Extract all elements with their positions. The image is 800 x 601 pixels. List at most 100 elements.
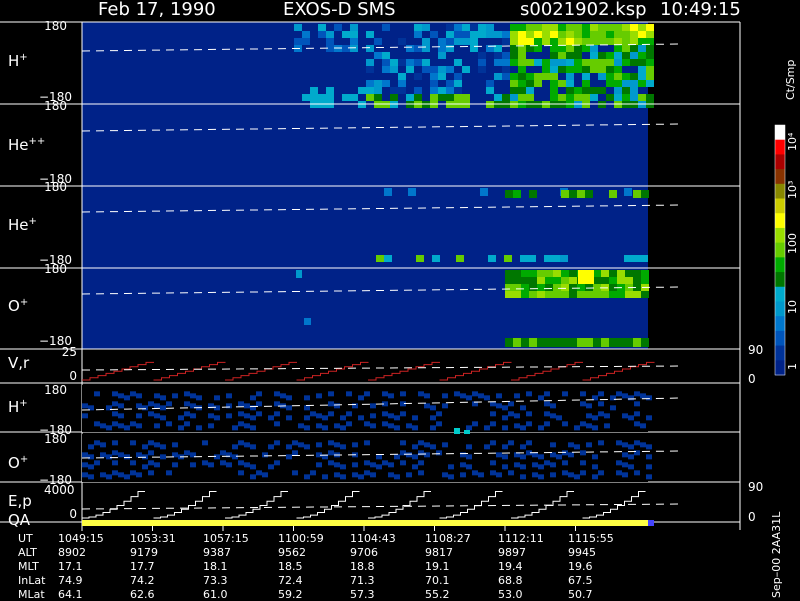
- spectrogram-cell: [569, 338, 577, 347]
- small-panel-cell: [322, 474, 328, 480]
- spectrogram-cell: [537, 270, 545, 277]
- small-panel-cell: [634, 391, 640, 397]
- spectrogram-cell: [550, 87, 558, 94]
- small-panel-cell: [646, 444, 652, 450]
- small-panel-cell: [598, 440, 604, 446]
- ep-series-line: [225, 491, 288, 519]
- spectrogram-cell: [630, 59, 638, 66]
- small-panel-cell: [172, 393, 178, 399]
- small-panel-cell: [148, 401, 154, 407]
- panel1-ymax: 180: [44, 19, 67, 33]
- spectrogram-cell: [566, 73, 574, 80]
- spectrogram-cell: [574, 52, 582, 59]
- small-panel-cell: [238, 460, 244, 466]
- spectrogram-cell: [558, 59, 566, 66]
- small-panel-cell: [256, 470, 262, 476]
- small-panel-cell: [568, 472, 574, 478]
- spectrogram-cell: [505, 291, 513, 298]
- spectrogram-cell: [350, 31, 358, 38]
- spectrogram-cell: [422, 59, 430, 66]
- vr-dashed-line: [81, 365, 681, 371]
- small-panel-cell: [544, 401, 550, 407]
- spectrogram-cell: [550, 38, 558, 45]
- spectrogram-cell: [566, 31, 574, 38]
- spectrogram-cell: [550, 73, 558, 80]
- spectrogram-cell: [585, 338, 593, 347]
- spectrogram-cell: [494, 31, 502, 38]
- spectrogram-cell: [561, 277, 569, 284]
- spectrogram-cell: [462, 38, 470, 45]
- spectrogram-cell: [582, 73, 590, 80]
- small-panel-cell: [472, 421, 478, 427]
- small-panel-cell: [418, 391, 424, 397]
- small-panel-cell: [112, 421, 118, 427]
- colorbar-segment: [775, 213, 785, 229]
- small-panel-cell: [346, 391, 352, 397]
- small-panel-cell: [130, 391, 136, 397]
- small-panel-cell: [550, 452, 556, 458]
- small-panel-cell: [316, 442, 322, 448]
- small-panel-cell: [352, 472, 358, 478]
- spectrogram-cell: [542, 31, 550, 38]
- spectrogram-cell: [526, 31, 534, 38]
- small-panel-cell: [490, 470, 496, 476]
- small-panel-cell: [622, 472, 628, 478]
- panel4-ymax: 180: [44, 262, 67, 276]
- small-panel-cell: [100, 452, 106, 458]
- small-panel-cell: [268, 444, 274, 450]
- small-panel-cell: [166, 470, 172, 476]
- spectrogram-cell: [617, 338, 625, 347]
- spectrogram-cell: [398, 38, 406, 45]
- spectrogram-cell: [606, 31, 614, 38]
- small-panel-cell: [400, 391, 406, 397]
- small-panel-cell: [142, 405, 148, 411]
- spectrogram-cell: [454, 73, 462, 80]
- small-panel-cell: [424, 452, 430, 458]
- small-panel-cell: [448, 464, 454, 470]
- small-panel-cell: [454, 391, 460, 397]
- spectrogram-cell: [545, 338, 553, 347]
- small-panel-cell: [388, 472, 394, 478]
- spectrogram-cell: [414, 24, 422, 31]
- spectrogram-cell: [582, 45, 590, 52]
- spectrogram-cell: [510, 94, 518, 101]
- spectrogram-cell: [582, 31, 590, 38]
- spectrogram-cell: [638, 94, 646, 101]
- spectrogram-cell: [358, 87, 366, 94]
- spectrogram-cell: [609, 270, 617, 277]
- spectrogram-cell: [518, 66, 526, 73]
- small-panel-cell: [100, 442, 106, 448]
- spectrogram-cell: [606, 73, 614, 80]
- small-panel-cell: [472, 391, 478, 397]
- spectrogram-cell: [510, 52, 518, 59]
- vr-label: V,r: [8, 354, 30, 372]
- small-panel-cell: [418, 460, 424, 466]
- small-panel-cell: [526, 421, 532, 427]
- spectrogram-cell: [561, 338, 569, 347]
- small-panel-cell: [328, 401, 334, 407]
- small-panel-cell: [286, 415, 292, 421]
- small-panel-cell: [592, 464, 598, 470]
- small-panel-cell: [592, 425, 598, 431]
- spectrogram-cell: [502, 52, 510, 59]
- spectrogram-cell: [318, 31, 326, 38]
- small-panel-cell: [484, 444, 490, 450]
- spectrogram-cell: [544, 255, 552, 262]
- small-panel-cell: [490, 411, 496, 417]
- spectrogram-cell: [553, 284, 561, 291]
- spectrogram-cell: [406, 45, 414, 52]
- spectrogram-cell: [529, 284, 537, 291]
- spectrogram-cell: [622, 87, 630, 94]
- small-panel-cell: [382, 421, 388, 427]
- spectrogram-cell: [382, 80, 390, 87]
- small-panel-cell: [598, 401, 604, 407]
- vr-right-bottom: 0: [748, 372, 756, 386]
- small-panel-cell: [448, 474, 454, 480]
- colorbar-tick-10: 10: [786, 300, 799, 314]
- small-panel-cell: [454, 428, 460, 434]
- small-panel-cell: [460, 393, 466, 399]
- spectrogram-cell: [641, 291, 649, 298]
- small-panel-cell: [172, 462, 178, 468]
- small-panel-cell: [400, 460, 406, 466]
- small-panel-cell: [160, 415, 166, 421]
